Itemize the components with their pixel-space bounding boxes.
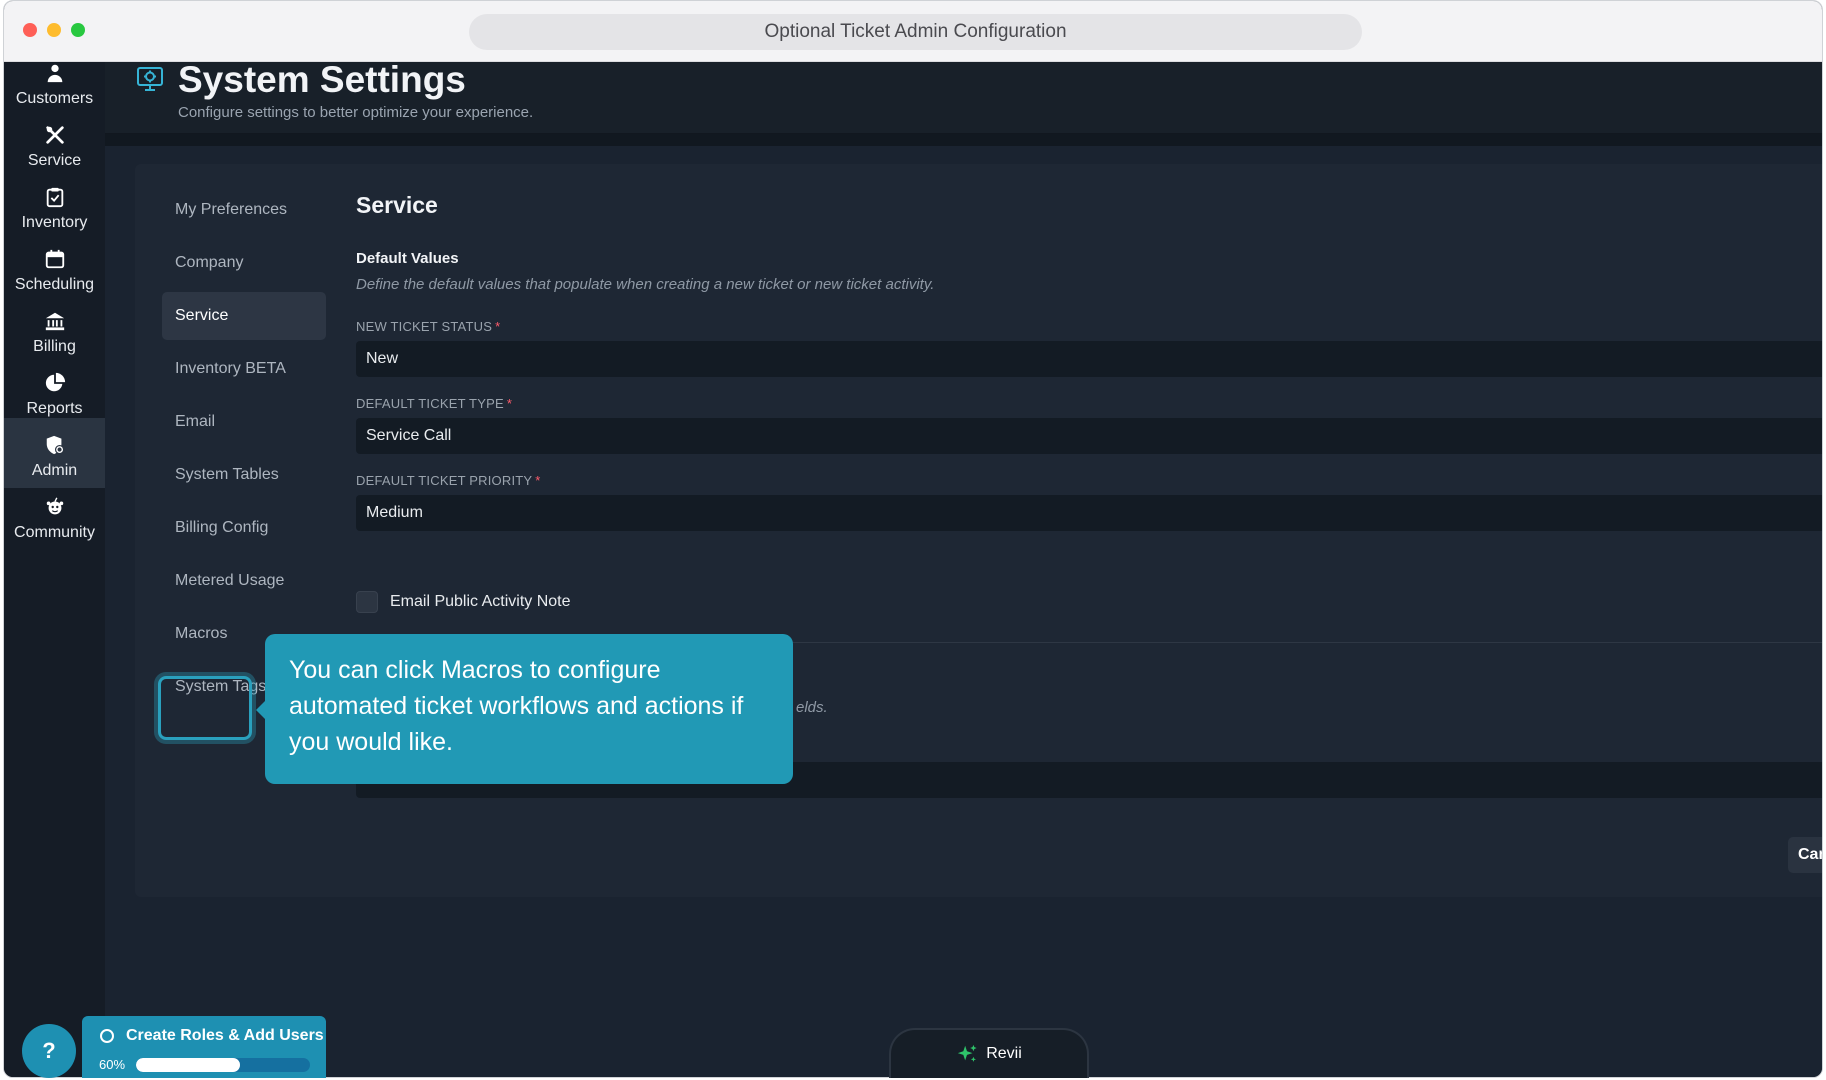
task-progress-bar [136,1058,310,1072]
page-subtitle: Configure settings to better optimize yo… [178,104,534,121]
help-button[interactable]: ? [22,1024,76,1078]
subnav-item-system-tables[interactable]: System Tables [162,451,326,499]
community-icon [46,497,63,515]
default-ticket-priority-label: DEFAULT TICKET PRIORITY * [356,473,541,488]
close-window-button[interactable] [23,23,37,37]
nav-label: Reports [26,400,83,417]
default-ticket-priority-select[interactable]: Medium [356,495,1822,531]
nav-item-customers[interactable]: Customers [4,46,105,116]
new-ticket-status-label: NEW TICKET STATUS * [356,319,501,334]
group-description-partial: elds. [796,699,828,716]
subnav-item-my-preferences[interactable]: My Preferences [162,186,326,234]
email-public-activity-note-label: Email Public Activity Note [390,593,571,610]
nav-label: Service [27,152,82,169]
main-nav: Customers Service Inventory Scheduling B… [4,62,105,1077]
service-settings: Service Default Values Define the defaul… [356,164,1822,897]
subnav-item-metered-usage[interactable]: Metered Usage [162,557,326,605]
new-ticket-status-select[interactable]: New [356,341,1822,377]
default-values-description: Define the default values that populate … [356,276,935,293]
cancel-button[interactable]: Cancel [1788,837,1822,873]
header-divider [105,134,1822,146]
subnav-item-company[interactable]: Company [162,239,326,287]
nav-item-admin[interactable]: Admin [4,418,105,488]
section-title: Service [356,192,438,218]
settings-monitor-icon [137,67,163,91]
nav-label: Community [14,524,95,541]
nav-label: Scheduling [14,276,95,293]
main-area: System Settings Configure settings to be… [105,59,1822,1077]
email-public-activity-note-row: Email Public Activity Note [356,591,571,613]
page-header: System Settings Configure settings to be… [105,59,1822,134]
task-title: Create Roles & Add Users [126,1027,324,1044]
nav-item-billing[interactable]: Billing [4,294,105,364]
customers-icon [47,64,62,83]
service-tools-icon [45,126,64,144]
admin-shield-icon [46,435,64,455]
nav-item-reports[interactable]: Reports [4,356,105,426]
sparkle-icon [958,1044,977,1062]
subnav-item-billing-config[interactable]: Billing Config [162,504,326,552]
title-bar: Optional Ticket Admin Configuration [4,1,1822,62]
revii-label: Revii [986,1045,1022,1062]
task-progress-label: 60% [99,1057,126,1072]
page-title: System Settings [178,59,466,100]
task-status-circle-icon [100,1029,114,1043]
nav-label: Inventory [21,214,88,231]
settings-panel: My Preferences Company Service Inventory… [135,164,1822,897]
walkthrough-tooltip: You can click Macros to configure automa… [265,634,793,784]
nav-item-service[interactable]: Service [4,108,105,178]
nav-item-scheduling[interactable]: Scheduling [4,232,105,302]
maximize-window-button[interactable] [71,23,85,37]
nav-label: Customers [15,90,94,107]
default-ticket-type-select[interactable]: Service Call [356,418,1822,454]
pie-chart-icon [45,372,65,392]
task-progress-fill [136,1058,241,1072]
subnav-item-inventory-beta[interactable]: Inventory BETA [162,345,326,393]
nav-item-community[interactable]: Community [4,480,105,550]
default-values-title: Default Values [356,250,459,267]
revii-assistant-button[interactable]: Revii [889,1028,1089,1078]
nav-label: Admin [31,462,78,479]
nav-label: Billing [33,338,76,355]
inventory-clipboard-icon [46,187,63,208]
calendar-icon [45,249,64,269]
window-title: Optional Ticket Admin Configuration [469,14,1362,50]
app-window: Optional Ticket Admin Configuration Cust… [3,0,1823,1078]
subnav-item-service[interactable]: Service [162,292,326,340]
nav-item-inventory[interactable]: Inventory [4,170,105,240]
billing-bank-icon [45,312,64,331]
onboarding-task-widget[interactable]: Create Roles & Add Users 60% [82,1016,326,1078]
default-ticket-type-label: DEFAULT TICKET TYPE * [356,396,513,411]
minimize-window-button[interactable] [47,23,61,37]
subnav-item-email[interactable]: Email [162,398,326,446]
email-public-activity-note-checkbox[interactable] [356,591,378,613]
